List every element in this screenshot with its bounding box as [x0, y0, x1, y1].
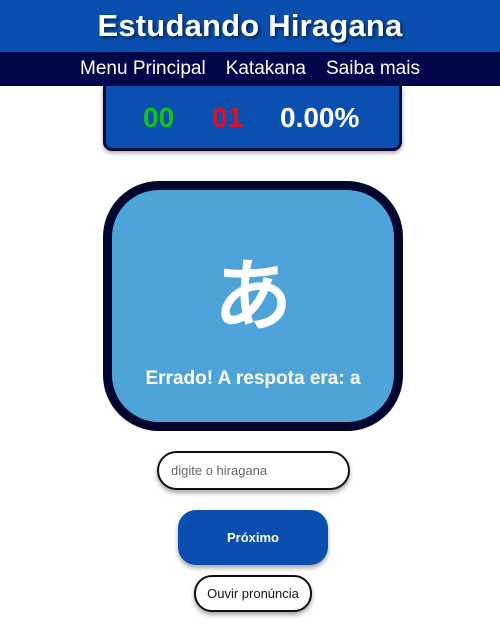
scoreboard: 00 01 0.00% — [103, 86, 402, 151]
flashcard: あ Errado! A respota era: a — [103, 181, 403, 431]
answer-feedback: Errado! A respota era: a — [145, 368, 361, 389]
accuracy-percent: 0.00% — [280, 102, 360, 133]
header-bar: Estudando Hiragana — [0, 0, 500, 52]
correct-count: 00 — [143, 102, 175, 133]
nav-item-katakana[interactable]: Katakana — [216, 58, 316, 80]
next-button[interactable]: Próximo — [178, 510, 328, 565]
page-title: Estudando Hiragana — [97, 8, 403, 43]
listen-pronunciation-button[interactable]: Ouvir pronúncia — [194, 575, 312, 612]
nav-item-menu-principal[interactable]: Menu Principal — [70, 58, 216, 80]
answer-input[interactable] — [157, 451, 350, 490]
nav-bar: Menu Principal Katakana Saiba mais — [0, 52, 500, 86]
nav-item-saiba-mais[interactable]: Saiba mais — [316, 58, 430, 80]
wrong-count: 01 — [212, 102, 244, 133]
kana-character: あ — [213, 252, 292, 342]
